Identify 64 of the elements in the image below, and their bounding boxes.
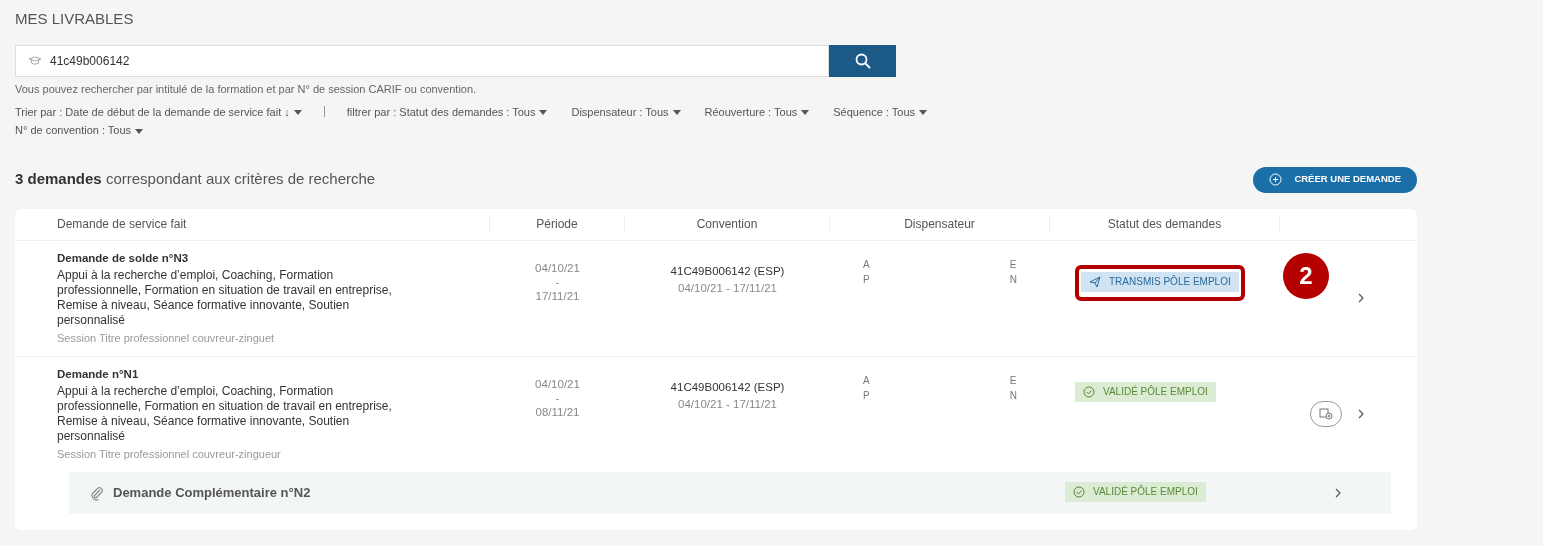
caret-icon — [672, 110, 681, 116]
page-title: MES LIVRABLES — [15, 9, 135, 29]
request-title[interactable]: Demande de solde n°N3 — [57, 250, 480, 266]
column-header: Demande de service fait — [57, 217, 187, 231]
period-start: 04/10/21 — [535, 260, 580, 275]
provider-text: N — [1009, 388, 1017, 403]
request-description: Appui à la recherche d’emploi, Coaching, Formation professionnelle, Formation en situation de travail en entreprise, Remise à niveau, Séance formative innovante, Soutien personnalisé — [57, 383, 393, 444]
filter-dropdown[interactable]: filtrer par : Statut des demandes : Tous — [346, 103, 548, 120]
period-end: 08/11/21 — [535, 404, 580, 419]
caret-icon — [919, 110, 927, 116]
column-header: Dispensateur — [904, 217, 975, 231]
chevron-right-icon[interactable] — [1335, 487, 1342, 498]
status-badge: VALIDÉ PÔLE EMPLOI — [1065, 481, 1206, 502]
session-label: Session Titre professionnel couvreur-zinguet — [57, 330, 276, 346]
paperclip-icon — [89, 484, 105, 501]
provider-text: P — [863, 388, 870, 403]
provider-text: E — [1009, 257, 1017, 272]
filter-dropdown[interactable]: N° de convention : Tous — [15, 122, 1235, 139]
period-end: 17/11/21 — [535, 288, 580, 303]
provider-text: N — [1009, 272, 1017, 287]
sub-request-title: Demande Complémentaire n°N2 — [113, 483, 311, 502]
provider-text: A — [863, 373, 870, 388]
period-separator: - — [555, 390, 560, 405]
provider-text: P — [863, 272, 870, 287]
convention-period: 04/10/21 - 17/11/21 — [678, 280, 777, 296]
chevron-right-icon[interactable] — [1358, 409, 1365, 419]
graduation-cap-icon — [28, 56, 42, 66]
caret-icon — [135, 128, 144, 134]
filter-dropdown[interactable]: Réouverture : Tous — [704, 103, 810, 120]
caret-icon — [801, 110, 810, 116]
check-circle-icon — [1083, 385, 1095, 398]
caret-icon — [293, 110, 302, 116]
search-field[interactable]: 41c49b006142 — [15, 45, 829, 77]
plus-circle-icon — [1269, 173, 1283, 186]
provider-text: A — [863, 257, 870, 272]
results-count: 3 demandes correspondant aux critères de recherche — [15, 169, 376, 190]
search-hint: Vous pouvez rechercher par intitulé de la formation et par N° de session CARIF ou convention. — [15, 82, 478, 97]
callout-number: 2 — [1283, 252, 1329, 299]
filter-dropdown[interactable]: Dispensateur : Tous — [571, 103, 681, 120]
column-header: Période — [536, 217, 578, 231]
request-title[interactable]: Demande n°N1 — [57, 366, 480, 382]
sub-request-row[interactable]: Demande Complémentaire n°N2 VALIDÉ PÔLE EMPLOI — [69, 471, 1391, 514]
check-circle-icon — [1073, 485, 1085, 498]
column-header: Statut des demandes — [1107, 217, 1222, 231]
document-plus-icon — [1319, 408, 1333, 420]
paper-plane-icon — [1089, 275, 1101, 288]
convention-number: 41C49B006142 (ESP) — [670, 379, 785, 395]
period-separator: - — [555, 274, 560, 289]
create-request-button[interactable]: CRÉER UNE DEMANDE — [1253, 166, 1417, 193]
status-badge: VALIDÉ PÔLE EMPLOI — [1075, 381, 1216, 402]
period-start: 04/10/21 — [535, 376, 580, 391]
request-description: Appui à la recherche d’emploi, Coaching, Formation professionnelle, Formation en situation de travail en entreprise, Remise à niveau, Séance formative innovante, Soutien personnalisé — [57, 267, 393, 328]
sort-dropdown[interactable]: Trier par : Date de début de la demande de service fait ↓ — [15, 103, 302, 120]
filter-dropdown[interactable]: Séquence : Tous — [833, 103, 927, 120]
caret-icon — [539, 110, 548, 116]
session-label: Session Titre professionnel couvreur-zingueur — [57, 446, 282, 462]
convention-number: 41C49B006142 (ESP) — [670, 263, 785, 279]
column-header: Convention — [696, 217, 758, 231]
search-icon — [854, 53, 871, 69]
search-button[interactable] — [829, 45, 896, 77]
chevron-right-icon[interactable] — [1358, 293, 1365, 303]
provider-text: E — [1009, 373, 1017, 388]
convention-period: 04/10/21 - 17/11/21 — [678, 396, 777, 412]
status-badge: TRANSMIS PÔLE EMPLOI — [1081, 271, 1239, 292]
